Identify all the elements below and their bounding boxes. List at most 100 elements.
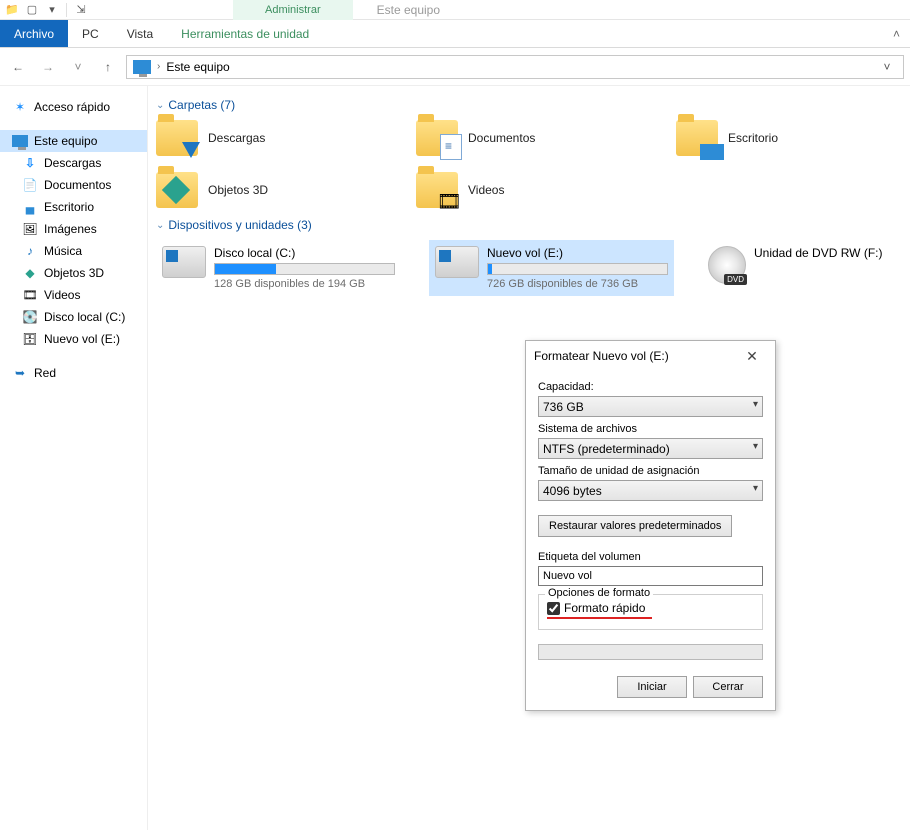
nav-back-button[interactable]: ←	[6, 55, 30, 79]
nav-pictures[interactable]: 🖼 Imágenes	[0, 218, 147, 240]
capacity-combo[interactable]: 736 GB	[538, 396, 763, 417]
drive-e[interactable]: Nuevo vol (E:) 726 GB disponibles de 736…	[429, 240, 674, 296]
nav-recent-dropdown[interactable]: ˅	[66, 55, 90, 79]
nav-desktop-label: Escritorio	[44, 200, 94, 214]
group-folders-header[interactable]: ⌄ Carpetas (7)	[156, 98, 902, 112]
folder-desktop-label: Escritorio	[728, 131, 778, 145]
cube-icon: ◆	[22, 265, 38, 281]
chevron-down-icon: ⌄	[156, 220, 164, 231]
drive-icon: 🗄	[22, 331, 38, 347]
nav-up-button[interactable]: ↑	[96, 55, 120, 79]
dialog-titlebar[interactable]: Formatear Nuevo vol (E:) ✕	[526, 341, 775, 371]
nav-network-label: Red	[34, 366, 56, 380]
nav-desktop[interactable]: ▄ Escritorio	[0, 196, 147, 218]
folder-objects3d-label: Objetos 3D	[208, 183, 268, 197]
desktop-icon: ▄	[22, 199, 38, 215]
nav-downloads-label: Descargas	[44, 156, 101, 170]
nav-disk-c-label: Disco local (C:)	[44, 310, 125, 324]
ribbon-collapse-icon[interactable]: ˄	[883, 20, 910, 47]
format-progress-bar	[538, 644, 763, 660]
tab-drive-tools[interactable]: Herramientas de unidad	[167, 20, 323, 47]
restore-defaults-button[interactable]: Restaurar valores predeterminados	[538, 515, 732, 537]
allocation-value: 4096 bytes	[543, 484, 602, 498]
format-options-legend: Opciones de formato	[545, 587, 653, 599]
drive-icon: 💽	[22, 309, 38, 325]
nav-documents[interactable]: 📄 Documentos	[0, 174, 147, 196]
this-pc-icon	[133, 60, 151, 74]
hdd-icon	[435, 246, 479, 278]
nav-documents-label: Documentos	[44, 178, 111, 192]
volume-label-input[interactable]	[538, 566, 763, 586]
nav-disk-c[interactable]: 💽 Disco local (C:)	[0, 306, 147, 328]
filesystem-combo[interactable]: NTFS (predeterminado)	[538, 438, 763, 459]
group-drives-header[interactable]: ⌄ Dispositivos y unidades (3)	[156, 218, 902, 232]
nav-this-pc[interactable]: Este equipo	[0, 130, 147, 152]
tab-file[interactable]: Archivo	[0, 20, 68, 47]
drive-c-freespace: 128 GB disponibles de 194 GB	[214, 278, 395, 290]
quick-format-label: Formato rápido	[564, 601, 645, 615]
drive-e-usage-bar	[487, 263, 668, 275]
navigation-pane: ✶ Acceso rápido Este equipo ⇩ Descargas …	[0, 86, 148, 830]
filesystem-label: Sistema de archivos	[538, 423, 763, 435]
qat-folder-icon: 📁	[4, 2, 20, 18]
hdd-icon	[162, 246, 206, 278]
chevron-down-icon: ⌄	[156, 100, 164, 111]
nav-objects3d[interactable]: ◆ Objetos 3D	[0, 262, 147, 284]
nav-vol-e-label: Nuevo vol (E:)	[44, 332, 120, 346]
folder-documents[interactable]: Documentos	[416, 120, 636, 156]
chevron-right-icon[interactable]: ›	[157, 61, 160, 72]
tab-view[interactable]: Vista	[113, 20, 167, 47]
folder-objects3d-icon	[156, 172, 198, 208]
nav-downloads[interactable]: ⇩ Descargas	[0, 152, 147, 174]
drive-dvd[interactable]: Unidad de DVD RW (F:)	[702, 240, 902, 296]
drive-dvd-name: Unidad de DVD RW (F:)	[754, 246, 896, 260]
nav-quick-access-label: Acceso rápido	[34, 100, 110, 114]
nav-network[interactable]: ➥ Red	[0, 362, 147, 384]
download-icon: ⇩	[22, 155, 38, 171]
nav-quick-access[interactable]: ✶ Acceso rápido	[0, 96, 147, 118]
folder-videos[interactable]: Videos	[416, 172, 636, 208]
folder-downloads[interactable]: Descargas	[156, 120, 376, 156]
nav-forward-button[interactable]: →	[36, 55, 60, 79]
allocation-label: Tamaño de unidad de asignación	[538, 465, 763, 477]
group-drives-label: Dispositivos y unidades (3)	[168, 218, 311, 232]
drive-c-name: Disco local (C:)	[214, 246, 395, 260]
folder-documents-label: Documentos	[468, 131, 535, 145]
nav-music[interactable]: ♪ Música	[0, 240, 147, 262]
network-icon: ➥	[12, 365, 28, 381]
drive-c-usage-bar	[214, 263, 395, 275]
breadcrumb-this-pc[interactable]: Este equipo	[166, 60, 229, 74]
start-button[interactable]: Iniciar	[617, 676, 687, 698]
close-dialog-button[interactable]: Cerrar	[693, 676, 763, 698]
capacity-value: 736 GB	[543, 400, 584, 414]
folder-videos-label: Videos	[468, 183, 504, 197]
address-bar[interactable]: › Este equipo ˅	[126, 55, 904, 79]
qat-separator	[66, 3, 67, 17]
folder-objects3d[interactable]: Objetos 3D	[156, 172, 376, 208]
drive-e-freespace: 726 GB disponibles de 736 GB	[487, 278, 668, 290]
address-dropdown-icon[interactable]: ˅	[877, 60, 897, 74]
folder-documents-icon	[416, 120, 458, 156]
close-button[interactable]: ✕	[737, 348, 767, 365]
quick-format-row[interactable]: Formato rápido	[547, 601, 754, 615]
format-options-fieldset: Opciones de formato Formato rápido	[538, 594, 763, 630]
drive-c[interactable]: Disco local (C:) 128 GB disponibles de 1…	[156, 240, 401, 296]
filesystem-value: NTFS (predeterminado)	[543, 442, 670, 456]
nav-music-label: Música	[44, 244, 82, 258]
pictures-icon: 🖼	[22, 221, 38, 237]
ribbon-context-title: Administrar	[233, 0, 353, 20]
group-folders-label: Carpetas (7)	[168, 98, 235, 112]
quick-format-checkbox[interactable]	[547, 602, 560, 615]
tab-pc[interactable]: PC	[68, 20, 113, 47]
monitor-icon	[12, 135, 28, 147]
volume-label-label: Etiqueta del volumen	[538, 551, 763, 563]
address-row: ← → ˅ ↑ › Este equipo ˅	[0, 48, 910, 86]
nav-vol-e[interactable]: 🗄 Nuevo vol (E:)	[0, 328, 147, 350]
ribbon-disabled-title: Este equipo	[377, 3, 440, 17]
nav-videos[interactable]: 🎞 Videos	[0, 284, 147, 306]
qat-dropdown-icon[interactable]: ▾	[44, 2, 60, 18]
music-icon: ♪	[22, 243, 38, 259]
allocation-combo[interactable]: 4096 bytes	[538, 480, 763, 501]
qat-showcommands-icon[interactable]: ⇲	[73, 2, 89, 18]
folder-desktop[interactable]: Escritorio	[676, 120, 896, 156]
